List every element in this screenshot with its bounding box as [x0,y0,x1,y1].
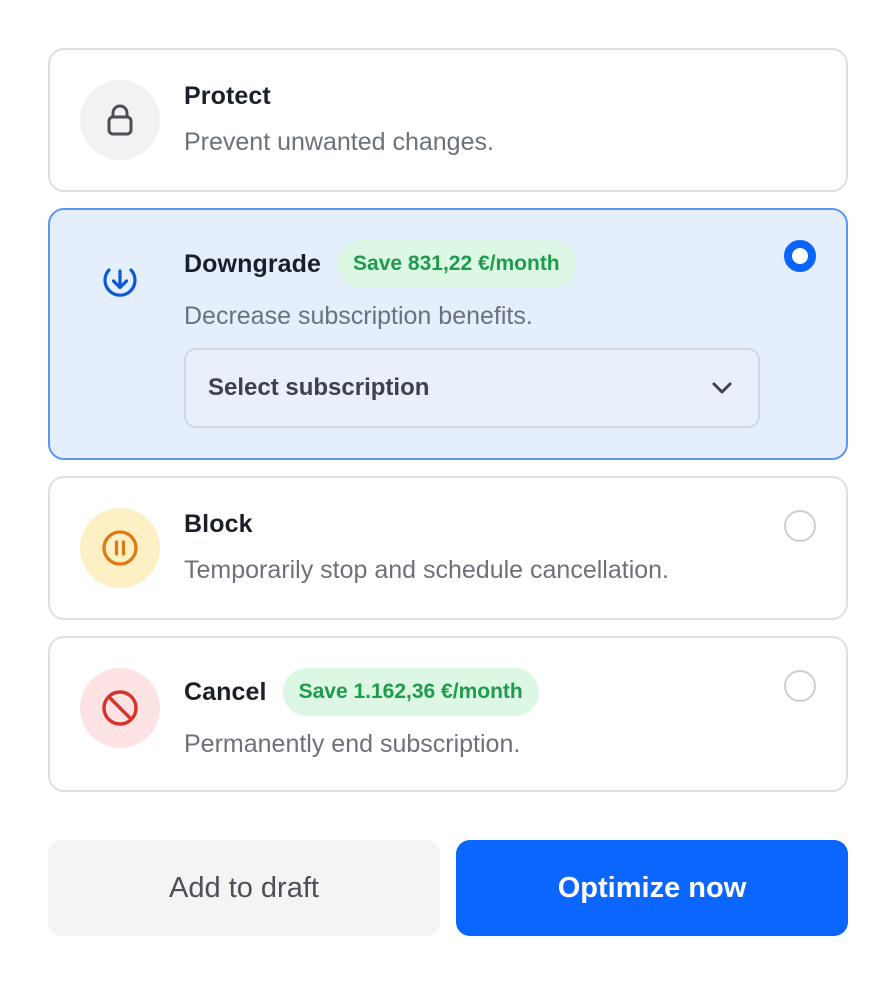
option-description: Prevent unwanted changes. [184,128,494,156]
option-cancel[interactable]: Cancel Save 1.162,36 €/month Permanently… [48,636,848,792]
subscription-select[interactable]: Select subscription [184,348,760,428]
option-title: Block [184,510,253,538]
option-description: Permanently end subscription. [184,730,521,758]
radio-downgrade[interactable] [784,240,816,272]
option-description: Temporarily stop and schedule cancellati… [184,556,669,584]
add-to-draft-button[interactable]: Add to draft [48,840,440,936]
pause-circle-icon [80,508,160,588]
select-label: Select subscription [208,374,430,401]
lock-icon [80,80,160,160]
radio-cancel[interactable] [784,670,816,702]
optimize-now-button[interactable]: Optimize now [456,840,848,936]
option-description: Decrease subscription benefits. [184,302,533,330]
optimization-options-panel: Protect Prevent unwanted changes. Downgr… [0,0,896,984]
chevron-down-icon [708,374,736,402]
option-title: Downgrade [184,249,322,278]
option-block[interactable]: Block Temporarily stop and schedule canc… [48,476,848,620]
savings-badge: Save 1.162,36 €/month [282,668,539,716]
savings-badge: Save 831,22 €/month [337,240,576,288]
prohibited-icon [80,668,160,748]
option-protect[interactable]: Protect Prevent unwanted changes. [48,48,848,192]
arrow-down-circle-icon [80,240,160,320]
option-title: Cancel [184,677,267,706]
option-title: Protect [184,82,271,110]
radio-block[interactable] [784,510,816,542]
option-downgrade[interactable]: Downgrade Save 831,22 €/month Decrease s… [48,208,848,460]
